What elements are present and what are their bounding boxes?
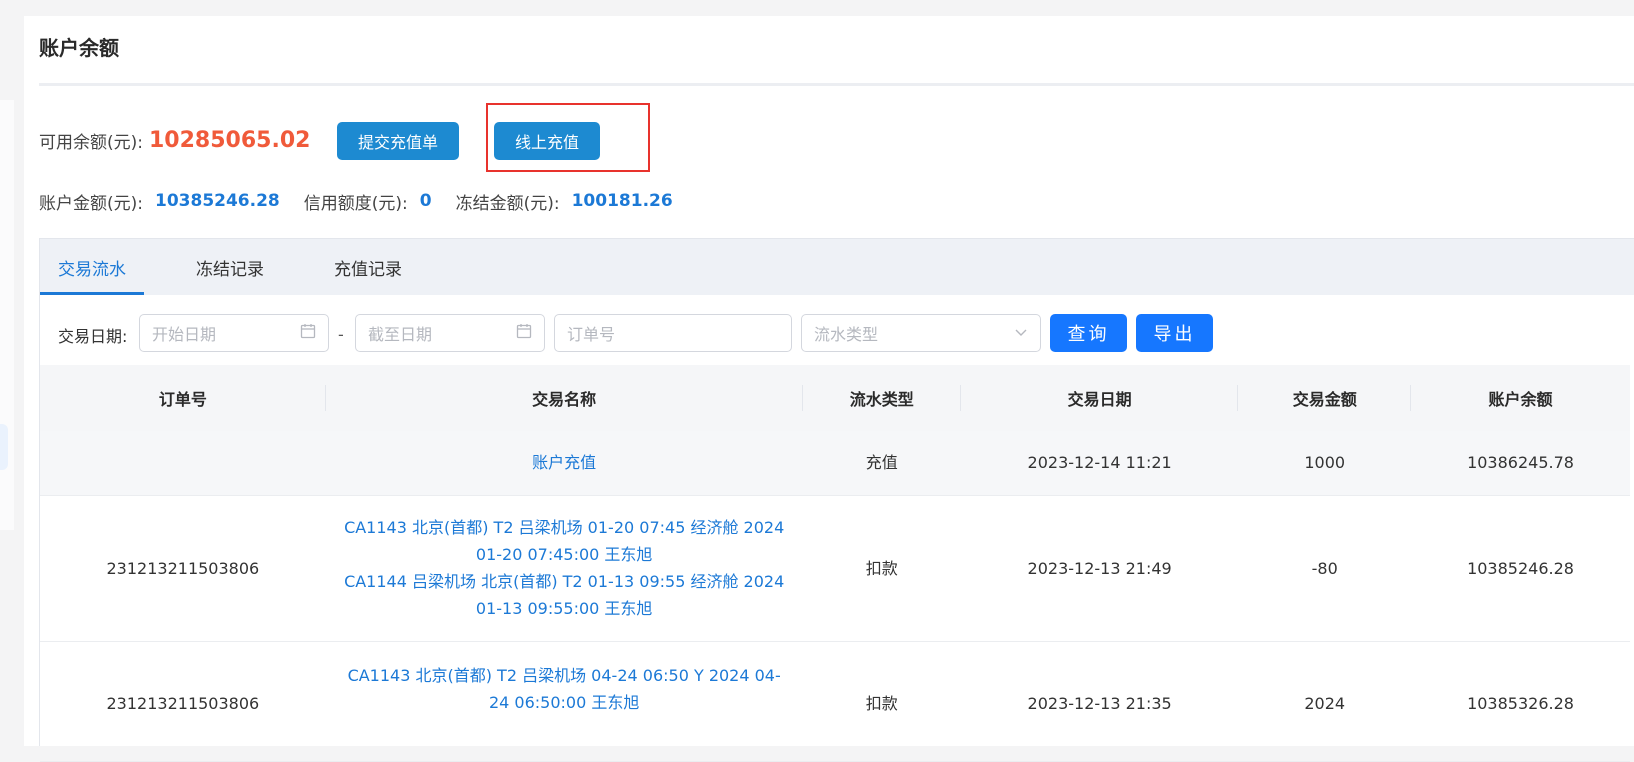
date-cell: 2023-12-13 21:49 bbox=[960, 495, 1239, 642]
filter-bar: 交易日期: 开始日期 - 截至日期 订单号 流水类型 查询 导出 bbox=[39, 295, 1634, 365]
page-title: 账户余额 bbox=[39, 36, 119, 60]
frozen-amount-value: 100181.26 bbox=[571, 191, 673, 211]
transaction-name-line[interactable]: 01-20 07:45:00 王东旭 bbox=[336, 541, 793, 568]
column-header-amount: 交易金额 bbox=[1238, 365, 1412, 431]
transaction-name-line[interactable]: 24 06:50:00 王东旭 bbox=[336, 689, 793, 716]
column-header-name: 交易名称 bbox=[325, 365, 803, 431]
transaction-name-line[interactable]: CA1143 北京(首都) T2 吕梁机场 01-20 07:45 经济舱 20… bbox=[336, 514, 793, 541]
tab-transactions[interactable]: 交易流水 bbox=[40, 239, 144, 295]
transaction-name-cell: CA1143 北京(首都) T2 吕梁机场 01-20 07:45 经济舱 20… bbox=[325, 495, 803, 642]
sidebar-active-marker bbox=[0, 424, 8, 470]
amount-cell: -80 bbox=[1238, 495, 1412, 642]
chevron-down-icon bbox=[1014, 324, 1028, 343]
table-row: 231213211503806 CA1143 北京(首都) T2 吕梁机场 04… bbox=[40, 641, 1630, 762]
balance-cell: 10386245.78 bbox=[1411, 431, 1630, 496]
flow-type-placeholder: 流水类型 bbox=[814, 325, 879, 344]
start-date-picker[interactable]: 开始日期 bbox=[139, 314, 329, 352]
frozen-amount-label: 冻结金额(元): bbox=[455, 193, 560, 214]
submit-recharge-button[interactable]: 提交充值单 bbox=[337, 122, 459, 160]
account-summary-row: 账户金额(元): 10385246.28 信用额度(元): 0 冻结金额(元):… bbox=[39, 186, 697, 216]
title-divider bbox=[39, 83, 1634, 86]
end-date-placeholder: 截至日期 bbox=[368, 325, 433, 344]
transaction-name-link[interactable]: 账户充值 bbox=[532, 453, 596, 472]
date-range-separator: - bbox=[338, 325, 344, 344]
table-row: 账户充值 充值 2023-12-14 11:21 1000 10386245.7… bbox=[40, 431, 1630, 496]
date-cell: 2023-12-13 21:35 bbox=[960, 641, 1239, 762]
amount-cell: 1000 bbox=[1238, 431, 1412, 496]
date-cell: 2023-12-14 11:21 bbox=[960, 431, 1239, 496]
calendar-icon bbox=[300, 323, 316, 343]
record-tabs: 交易流水 冻结记录 充值记录 bbox=[39, 238, 1634, 295]
balance-cell: 10385246.28 bbox=[1411, 495, 1630, 642]
available-balance-label: 可用余额(元): bbox=[39, 132, 143, 153]
highlight-box bbox=[486, 103, 650, 172]
order-cell bbox=[40, 431, 326, 496]
available-balance-amount: 10285065.02 bbox=[149, 127, 311, 153]
account-balance-card: 账户余额 可用余额(元): 10285065.02 提交充值单 线上充值 账户金… bbox=[24, 16, 1634, 762]
transaction-name-line[interactable]: 01-13 09:55:00 王东旭 bbox=[336, 595, 793, 622]
export-button[interactable]: 导出 bbox=[1136, 314, 1213, 352]
order-number-placeholder: 订单号 bbox=[567, 325, 616, 344]
account-amount-value: 10385246.28 bbox=[155, 191, 280, 211]
transaction-name-cell: CA1143 北京(首都) T2 吕梁机场 04-24 06:50 Y 2024… bbox=[325, 641, 803, 762]
flow-type-cell: 扣款 bbox=[802, 495, 961, 642]
transaction-name-line[interactable]: CA1143 北京(首都) T2 吕梁机场 04-24 06:50 Y 2024… bbox=[336, 662, 793, 689]
table-row: 231213211503806 CA1143 北京(首都) T2 吕梁机场 01… bbox=[40, 495, 1630, 642]
calendar-icon bbox=[516, 323, 532, 343]
end-date-picker[interactable]: 截至日期 bbox=[355, 314, 545, 352]
tab-recharge-records[interactable]: 充值记录 bbox=[316, 239, 420, 295]
transaction-date-label: 交易日期: bbox=[58, 327, 128, 346]
flow-type-cell: 扣款 bbox=[802, 641, 961, 762]
amount-cell: 2024 bbox=[1238, 641, 1412, 762]
transaction-name-line[interactable]: CA1144 吕梁机场 北京(首都) T2 01-13 09:55 经济舱 20… bbox=[336, 568, 793, 595]
table-header-row: 订单号 交易名称 流水类型 交易日期 交易金额 账户余额 bbox=[40, 365, 1630, 431]
order-cell: 231213211503806 bbox=[40, 495, 326, 642]
available-balance-row: 可用余额(元): 10285065.02 bbox=[39, 122, 310, 158]
account-amount-label: 账户金额(元): bbox=[39, 193, 143, 214]
left-sidebar-edge bbox=[0, 0, 14, 741]
credit-limit-label: 信用额度(元): bbox=[303, 193, 408, 214]
column-header-order: 订单号 bbox=[40, 365, 326, 431]
start-date-placeholder: 开始日期 bbox=[152, 325, 217, 344]
flow-type-select[interactable]: 流水类型 bbox=[801, 314, 1041, 352]
flow-type-cell: 充值 bbox=[802, 431, 961, 496]
order-cell: 231213211503806 bbox=[40, 641, 326, 762]
balance-cell: 10385326.28 bbox=[1411, 641, 1630, 762]
transactions-table: 订单号 交易名称 流水类型 交易日期 交易金额 账户余额 账户充值 充值 202… bbox=[39, 365, 1634, 762]
column-header-type: 流水类型 bbox=[802, 365, 961, 431]
credit-limit-value: 0 bbox=[419, 191, 432, 211]
query-button[interactable]: 查询 bbox=[1050, 314, 1127, 352]
transaction-name-cell: 账户充值 bbox=[325, 431, 803, 496]
column-header-balance: 账户余额 bbox=[1411, 365, 1630, 431]
order-number-input[interactable]: 订单号 bbox=[554, 314, 792, 352]
tab-frozen-records[interactable]: 冻结记录 bbox=[178, 239, 282, 295]
column-header-date: 交易日期 bbox=[960, 365, 1239, 431]
